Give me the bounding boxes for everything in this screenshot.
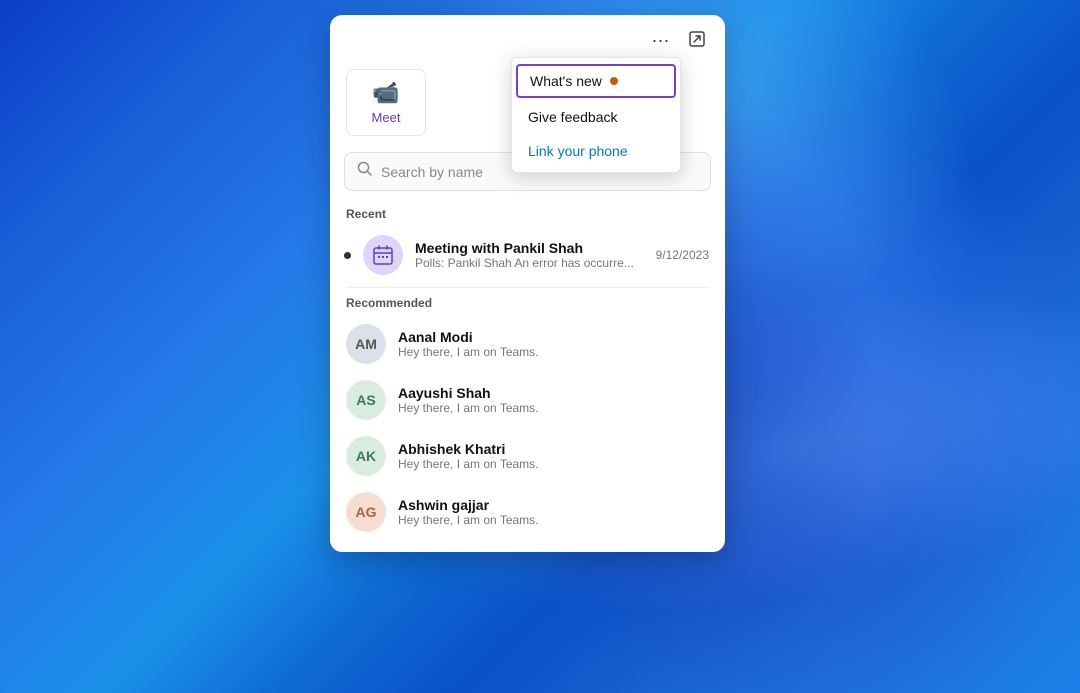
give-feedback-label: Give feedback — [528, 109, 618, 125]
contact-aanal-content: Aanal Modi Hey there, I am on Teams. — [398, 329, 709, 359]
meet-icon: 📹 — [372, 80, 399, 106]
contact-aanal-sub: Hey there, I am on Teams. — [398, 345, 709, 359]
contact-ashwin-name: Ashwin gajjar — [398, 497, 709, 513]
whats-new-label: What's new — [530, 73, 602, 89]
more-options-button[interactable]: ⋯ — [645, 25, 677, 57]
expand-button[interactable] — [681, 25, 713, 57]
dropdown-menu: What's new Give feedback Link your phone — [511, 57, 681, 173]
meeting-date: 9/12/2023 — [656, 248, 709, 262]
contact-aayushi-shah[interactable]: AS Aayushi Shah Hey there, I am on Teams… — [330, 372, 725, 428]
contact-abhishek-content: Abhishek Khatri Hey there, I am on Teams… — [398, 441, 709, 471]
contact-aayushi-sub: Hey there, I am on Teams. — [398, 401, 709, 415]
contact-ashwin-gajjar[interactable]: AG Ashwin gajjar Hey there, I am on Team… — [330, 484, 725, 540]
search-icon — [357, 161, 373, 182]
meeting-avatar — [363, 235, 403, 275]
contact-abhishek-name: Abhishek Khatri — [398, 441, 709, 457]
whats-new-menu-item[interactable]: What's new — [516, 64, 676, 98]
expand-icon — [689, 31, 705, 52]
meeting-sub: Polls: Pankil Shah An error has occurre.… — [415, 256, 644, 270]
meeting-name: Meeting with Pankil Shah — [415, 240, 644, 256]
contact-abhishek-sub: Hey there, I am on Teams. — [398, 457, 709, 471]
contact-aayushi-name: Aayushi Shah — [398, 385, 709, 401]
give-feedback-menu-item[interactable]: Give feedback — [512, 100, 680, 134]
contact-aayushi-content: Aayushi Shah Hey there, I am on Teams. — [398, 385, 709, 415]
contact-aanal-name: Aanal Modi — [398, 329, 709, 345]
contact-ashwin-sub: Hey there, I am on Teams. — [398, 513, 709, 527]
meet-button[interactable]: 📹 Meet — [346, 69, 426, 136]
link-phone-menu-item[interactable]: Link your phone — [512, 134, 680, 168]
contact-aanal-modi[interactable]: AM Aanal Modi Hey there, I am on Teams. — [330, 316, 725, 372]
avatar-AG: AG — [346, 492, 386, 532]
recent-meeting-item[interactable]: Meeting with Pankil Shah Polls: Pankil S… — [330, 227, 725, 283]
contact-abhishek-khatri[interactable]: AK Abhishek Khatri Hey there, I am on Te… — [330, 428, 725, 484]
recommended-section-label: Recommended — [330, 292, 725, 316]
whats-new-dot — [610, 77, 618, 85]
avatar-AS: AS — [346, 380, 386, 420]
recent-section-label: Recent — [330, 203, 725, 227]
avatar-AM: AM — [346, 324, 386, 364]
recent-dot — [344, 252, 351, 259]
more-options-icon: ⋯ — [652, 31, 671, 52]
search-placeholder: Search by name — [381, 164, 483, 180]
avatar-AK: AK — [346, 436, 386, 476]
panel-header: ⋯ — [330, 15, 725, 61]
meeting-content: Meeting with Pankil Shah Polls: Pankil S… — [415, 240, 644, 270]
link-phone-label: Link your phone — [528, 143, 628, 159]
teams-panel: ⋯ What's new Give feedback Link your pho… — [330, 15, 725, 552]
section-divider — [346, 287, 709, 288]
contact-ashwin-content: Ashwin gajjar Hey there, I am on Teams. — [398, 497, 709, 527]
meet-label: Meet — [372, 110, 401, 125]
